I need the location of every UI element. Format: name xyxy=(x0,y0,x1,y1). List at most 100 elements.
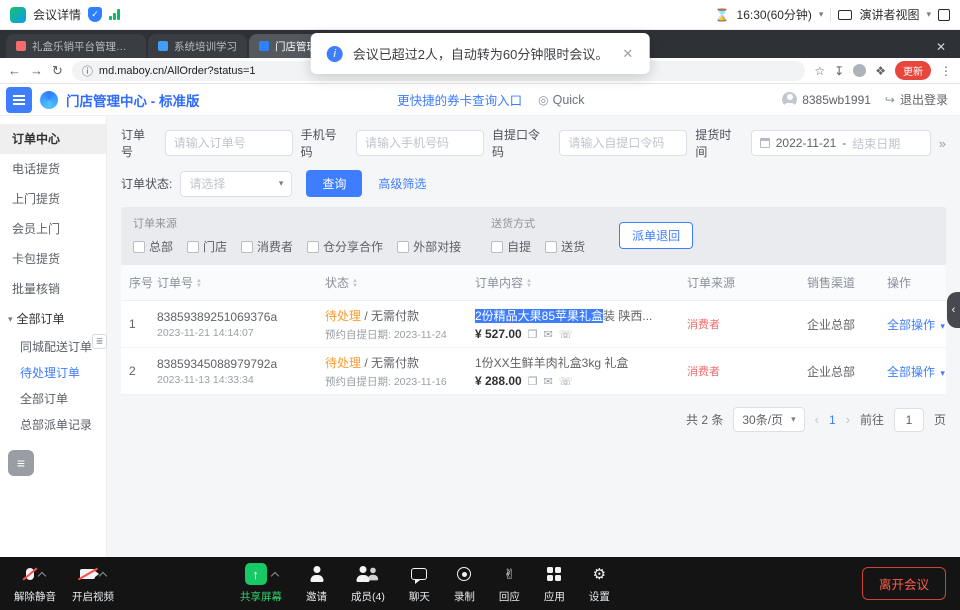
table-row: 1 83859389251069376a 2023-11-21 14:14:07… xyxy=(121,301,946,348)
page-size-select[interactable]: 30条/页 ▾ xyxy=(733,407,804,432)
checkbox-consumer[interactable]: 消费者 xyxy=(241,238,293,255)
network-signal-icon[interactable] xyxy=(109,9,120,20)
view-mode-selector[interactable]: 演讲者视图 xyxy=(859,6,919,23)
next-page-icon[interactable]: › xyxy=(846,412,850,427)
row-action-dropdown[interactable]: 全部操作 ▾ xyxy=(887,316,946,333)
bookmark-star-icon[interactable]: ☆ xyxy=(814,64,825,78)
meeting-details-link[interactable]: 会议详情 xyxy=(33,6,81,23)
extensions-icon[interactable]: ❖ xyxy=(875,64,886,78)
sidebar-item-all-orders[interactable]: 全部订单 xyxy=(0,386,106,412)
timer-caret-icon[interactable]: ▾ xyxy=(819,9,824,20)
menu-burger-button[interactable] xyxy=(6,87,32,113)
mic-options-caret-icon[interactable] xyxy=(37,571,45,579)
sidebar-group-all-orders[interactable]: ▾ 全部订单 xyxy=(0,304,106,334)
dispatch-return-button[interactable]: 派单退回 xyxy=(619,222,693,249)
leave-meeting-button[interactable]: 离开会议 xyxy=(862,567,946,600)
checkbox-icon xyxy=(241,241,253,253)
order-status-select[interactable]: 请选择 ▾ xyxy=(180,171,292,197)
sidebar-item-batch-verify[interactable]: 批量核销 xyxy=(0,274,106,304)
sidebar-item-pending-orders[interactable]: 待处理订单 xyxy=(0,360,106,386)
menu-kebab-icon[interactable]: ⋮ xyxy=(940,64,952,78)
order-no-input[interactable] xyxy=(165,130,293,156)
window-close-icon[interactable]: ✕ xyxy=(928,40,954,58)
start-video-button[interactable]: 开启视频 xyxy=(72,563,114,604)
video-options-caret-icon[interactable] xyxy=(99,571,107,579)
checkbox-store[interactable]: 门店 xyxy=(187,238,227,255)
checkbox-hq[interactable]: 总部 xyxy=(133,238,173,255)
phone-input[interactable] xyxy=(356,130,484,156)
sidebar-item-city-delivery[interactable]: 同城配送订单 xyxy=(0,334,106,360)
row-action-dropdown[interactable]: 全部操作 ▾ xyxy=(887,363,946,380)
settings-button[interactable]: ⚙ 设置 xyxy=(589,563,610,604)
microphone-muted-icon xyxy=(26,568,34,580)
checkbox-warehouse-coop[interactable]: 仓分享合作 xyxy=(307,238,383,255)
quick-label[interactable]: Quick xyxy=(553,93,585,107)
collapse-panel-handle[interactable]: ‹ xyxy=(947,292,960,328)
site-info-icon[interactable]: ⓘ xyxy=(82,63,93,79)
reactions-button[interactable]: ✌ 回应 xyxy=(499,563,520,604)
share-options-caret-icon[interactable] xyxy=(270,571,278,579)
invite-button[interactable]: 邀请 xyxy=(306,563,327,604)
message-icon[interactable]: ✉ xyxy=(544,328,553,341)
unmute-button[interactable]: 解除静音 xyxy=(14,563,56,604)
invite-person-icon xyxy=(310,566,324,582)
search-button[interactable]: 查询 xyxy=(306,170,362,197)
browser-tab[interactable]: 礼盒乐销平台管理中心 xyxy=(6,34,146,58)
sort-icon[interactable]: ▲▼ xyxy=(196,279,202,288)
header-status[interactable]: 状态▲▼ xyxy=(325,274,475,291)
browser-tab[interactable]: 系统培训学习 xyxy=(148,34,247,58)
current-page[interactable]: 1 xyxy=(829,413,836,427)
checkbox-external[interactable]: 外部对接 xyxy=(397,238,461,255)
copy-icon[interactable]: ❐ xyxy=(528,328,538,341)
sidebar-item-member-visit[interactable]: 会员上门 xyxy=(0,214,106,244)
delivery-method-label: 送货方式 xyxy=(491,215,585,231)
sidebar-item-hq-dispatch-log[interactable]: 总部派单记录 xyxy=(0,412,106,438)
download-icon[interactable]: ↧ xyxy=(834,64,844,78)
orders-table: 序号 订单号▲▼ 状态▲▼ 订单内容▲▼ 订单来源 销售渠道 操作 1 8385… xyxy=(121,265,946,395)
view-mode-caret-icon[interactable]: ▾ xyxy=(926,9,931,20)
meeting-timer[interactable]: 16:30(60分钟) xyxy=(737,6,812,23)
quick-target-icon: ◎ xyxy=(538,93,548,107)
order-time: 2023-11-13 14:33:34 xyxy=(157,374,325,386)
logout-icon: ↪ xyxy=(885,93,895,107)
record-button[interactable]: 录制 xyxy=(454,563,475,604)
back-icon[interactable]: ← xyxy=(8,63,21,78)
browser-profile-icon[interactable] xyxy=(853,64,866,77)
goto-page-input[interactable] xyxy=(894,408,924,432)
phone-icon[interactable]: ☏ xyxy=(559,375,573,388)
checkbox-self-pickup[interactable]: 自提 xyxy=(491,238,531,255)
prev-page-icon[interactable]: ‹ xyxy=(815,412,819,427)
chat-button[interactable]: 聊天 xyxy=(409,563,430,604)
pagination: 共 2 条 30条/页 ▾ ‹ 1 › 前往 页 xyxy=(121,407,946,432)
sidebar-collapse-icon[interactable]: ≣ xyxy=(92,334,107,349)
user-account[interactable]: 8385wb1991 xyxy=(782,92,871,107)
message-icon[interactable]: ✉ xyxy=(544,375,553,388)
fullscreen-icon[interactable] xyxy=(938,9,950,21)
date-range-picker[interactable]: 2022-11-21 - 结束日期 xyxy=(751,130,931,156)
advanced-filter-link[interactable]: 高级筛选 xyxy=(378,175,426,192)
copy-icon[interactable]: ❐ xyxy=(528,375,538,388)
refresh-icon[interactable]: ↻ xyxy=(52,63,63,79)
collapse-filters-icon[interactable]: » xyxy=(939,136,946,151)
share-screen-button[interactable]: ↑ 共享屏幕 xyxy=(240,563,282,604)
header-content[interactable]: 订单内容▲▼ xyxy=(475,274,687,291)
header-order-no[interactable]: 订单号▲▼ xyxy=(157,274,325,291)
forward-icon[interactable]: → xyxy=(30,63,43,78)
toast-close-icon[interactable]: ✕ xyxy=(622,46,633,62)
apps-button[interactable]: 应用 xyxy=(544,563,565,604)
floating-toolbar-button[interactable]: ≡ xyxy=(8,450,34,476)
sidebar-item-phone-pickup[interactable]: 电话提货 xyxy=(0,154,106,184)
members-button[interactable]: 成员(4) xyxy=(351,563,385,604)
sidebar-item-card-pickup[interactable]: 卡包提货 xyxy=(0,244,106,274)
source-tag: 消费者 xyxy=(687,319,720,331)
pickup-code-input[interactable] xyxy=(559,130,687,156)
sort-icon[interactable]: ▲▼ xyxy=(352,279,358,288)
coupon-query-link[interactable]: 更快捷的券卡查询入口 xyxy=(397,90,522,109)
sidebar-item-door-pickup[interactable]: 上门提货 xyxy=(0,184,106,214)
browser-update-button[interactable]: 更新 xyxy=(895,61,931,80)
checkbox-delivery[interactable]: 送货 xyxy=(545,238,585,255)
security-shield-icon[interactable]: ✓ xyxy=(88,7,102,22)
phone-icon[interactable]: ☏ xyxy=(559,328,573,341)
sort-icon[interactable]: ▲▼ xyxy=(526,279,532,288)
logout-button[interactable]: ↪ 退出登录 xyxy=(885,91,948,108)
